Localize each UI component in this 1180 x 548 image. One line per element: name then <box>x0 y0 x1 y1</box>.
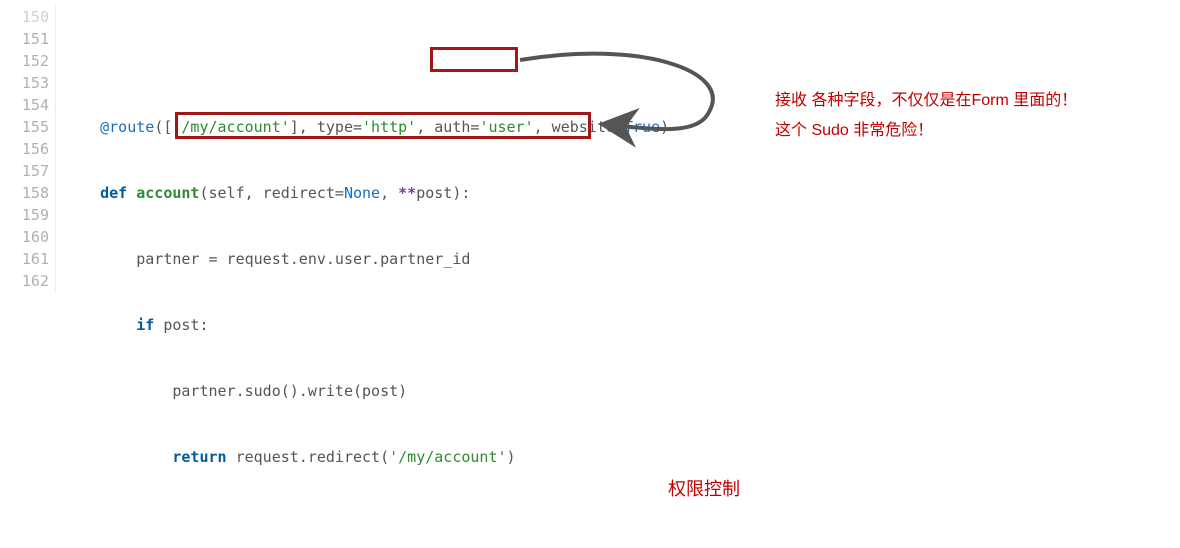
line-number: 151 <box>0 28 56 50</box>
line-number: 161 <box>0 248 56 270</box>
line-number: 160 <box>0 226 56 248</box>
code-area: @route(['/my/account'], type='http', aut… <box>64 6 687 548</box>
line-number: 157 <box>0 160 56 182</box>
code-line-156: return request.redirect('/my/account') <box>64 446 687 468</box>
code-line-153: partner = request.env.user.partner_id <box>64 248 687 270</box>
footer-label: 权限控制 <box>668 476 740 502</box>
code-line-152: def account(self, redirect=None, **post)… <box>64 182 687 204</box>
code-line-155: partner.sudo().write(post) <box>64 380 687 402</box>
line-number: 159 <box>0 204 56 226</box>
line-number: 154 <box>0 94 56 116</box>
line-number: 153 <box>0 72 56 94</box>
line-number: 156 <box>0 138 56 160</box>
highlight-box-kwargs <box>430 47 518 72</box>
code-editor-screenshot: 150 151 152 153 154 155 156 157 158 159 … <box>0 0 1180 548</box>
line-number: 162 <box>0 270 56 292</box>
line-number: 152 <box>0 50 56 72</box>
annotation-note-1: 接收 各种字段，不仅仅是在Form 里面的！ <box>775 88 1077 114</box>
annotation-note-2: 这个 Sudo 非常危险！ <box>775 118 933 144</box>
code-line-154: if post: <box>64 314 687 336</box>
line-number-gutter: 150 151 152 153 154 155 156 157 158 159 … <box>0 6 56 292</box>
line-number: 150 <box>0 6 56 28</box>
highlight-box-sudo-write <box>175 112 591 139</box>
line-number: 155 <box>0 116 56 138</box>
line-number: 158 <box>0 182 56 204</box>
